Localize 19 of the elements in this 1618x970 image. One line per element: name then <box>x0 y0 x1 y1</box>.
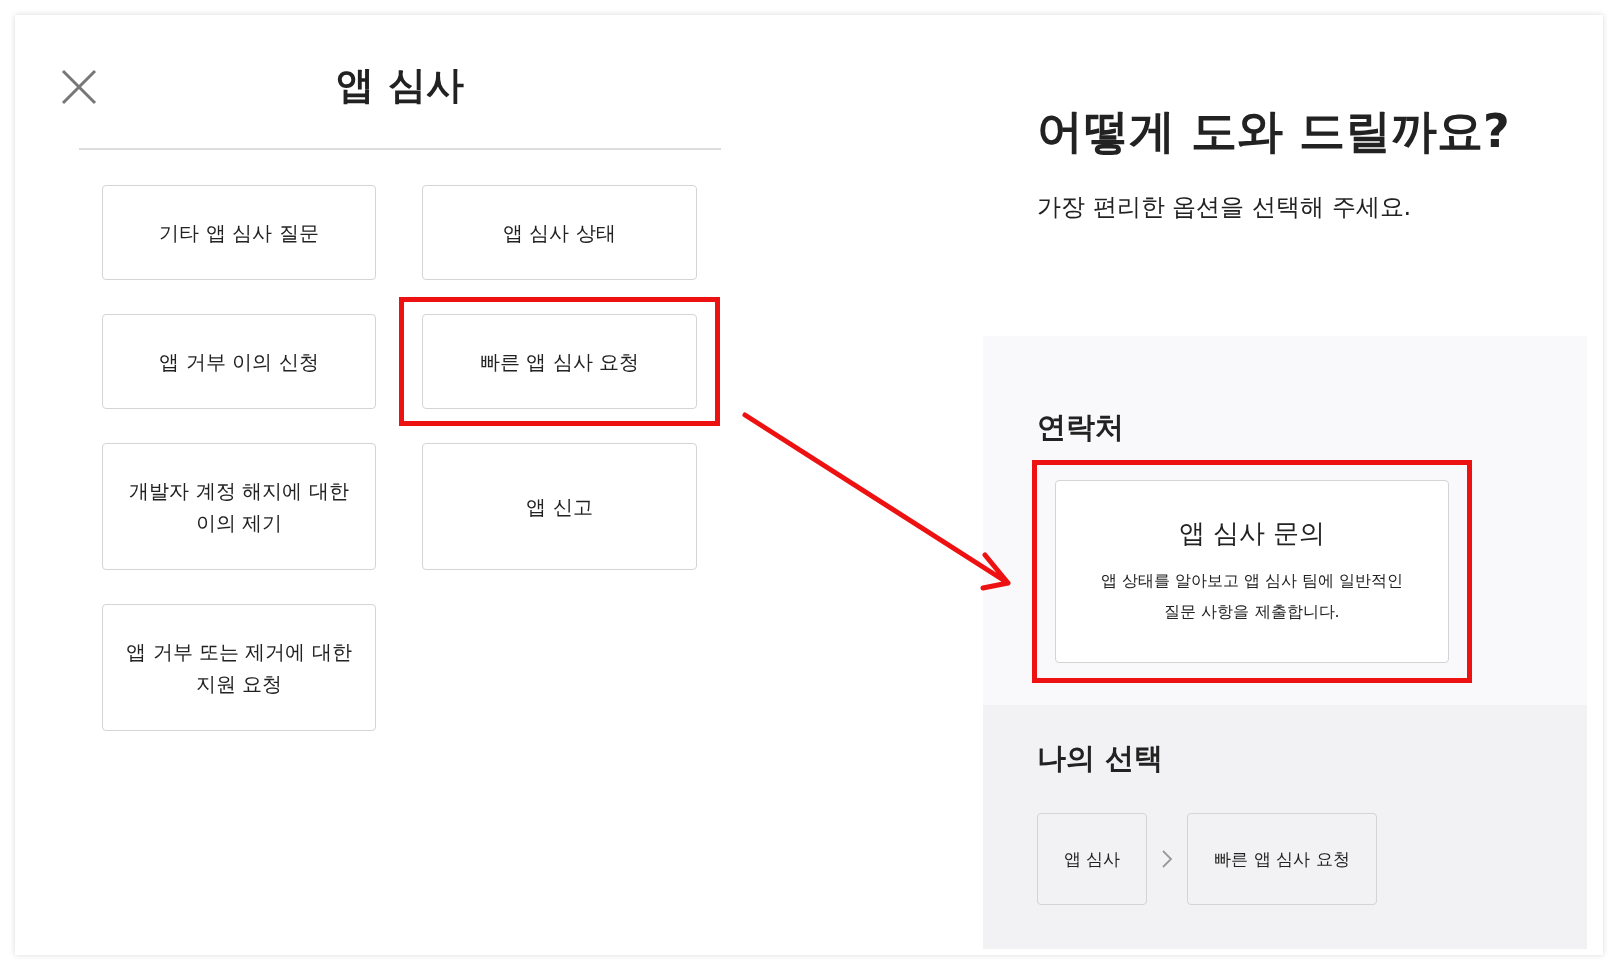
contact-card-title: 앱 심사 문의 <box>1178 516 1326 550</box>
breadcrumb-item[interactable]: 빠른 앱 심사 요청 <box>1187 813 1377 905</box>
selection-heading: 나의 선택 <box>1037 740 1165 777</box>
option-button[interactable]: 개발자 계정 해지에 대한 이의 제기 <box>102 443 376 570</box>
contact-card[interactable]: 앱 심사 문의 앱 상태를 알아보고 앱 심사 팀에 일반적인 질문 사항을 제출합니다. <box>1055 480 1449 663</box>
option-button[interactable]: 앱 거부 또는 제거에 대한 지원 요청 <box>102 604 376 731</box>
contact-heading: 연락처 <box>1037 409 1125 446</box>
option-button[interactable]: 앱 거부 이의 신청 <box>102 314 376 409</box>
option-button[interactable]: 앱 신고 <box>422 443 697 570</box>
panel-title: 앱 심사 <box>336 62 464 109</box>
option-button[interactable]: 빠른 앱 심사 요청 <box>422 314 697 409</box>
option-button[interactable]: 앱 심사 상태 <box>422 185 697 280</box>
chevron-right-icon <box>1161 849 1174 869</box>
option-button[interactable]: 기타 앱 심사 질문 <box>102 185 376 280</box>
help-subtitle: 가장 편리한 옵션을 선택해 주세요. <box>1037 192 1413 223</box>
close-icon[interactable] <box>61 69 97 105</box>
contact-card-description: 앱 상태를 알아보고 앱 심사 팀에 일반적인 질문 사항을 제출합니다. <box>1099 569 1405 623</box>
breadcrumb-item[interactable]: 앱 심사 <box>1037 813 1148 905</box>
help-heading: 어떻게 도와 드릴까요? <box>1037 103 1511 160</box>
